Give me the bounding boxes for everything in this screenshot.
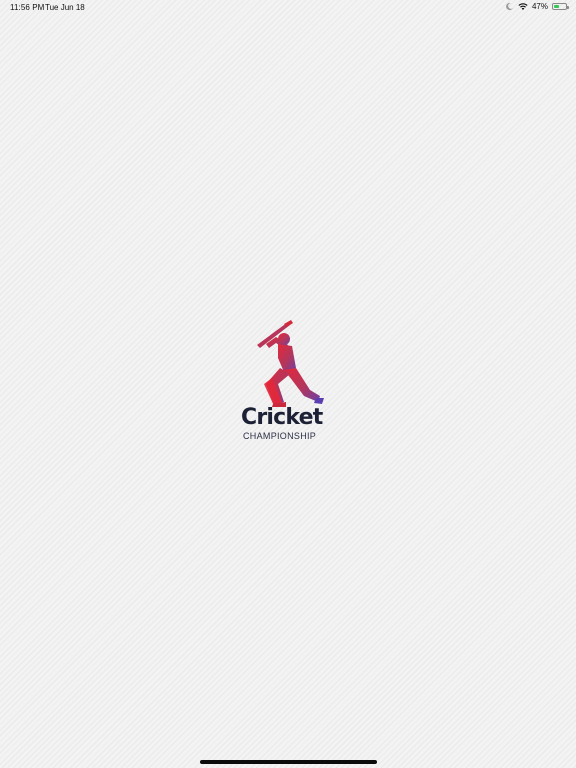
battery-percentage: 47% (531, 2, 548, 11)
battery-cap (567, 5, 569, 9)
home-indicator[interactable] (200, 760, 377, 764)
status-time: 11:56 PM (10, 3, 45, 12)
status-date: Tue Jun 18 (45, 3, 85, 12)
cricket-batsman-icon (257, 320, 324, 407)
moon-icon (506, 2, 513, 11)
status-indicators: 47% (505, 2, 569, 11)
battery-icon (552, 3, 569, 10)
wifi-icon (518, 3, 528, 10)
logo-title: Cricket (241, 405, 323, 430)
cricket-championship-logo: Cricket CHAMPIONSHIP (236, 318, 340, 446)
battery-level-fill (554, 5, 559, 8)
status-bar: 11:56 PM Tue Jun 18 47% (0, 0, 576, 16)
logo-subtitle: CHAMPIONSHIP (243, 431, 317, 441)
